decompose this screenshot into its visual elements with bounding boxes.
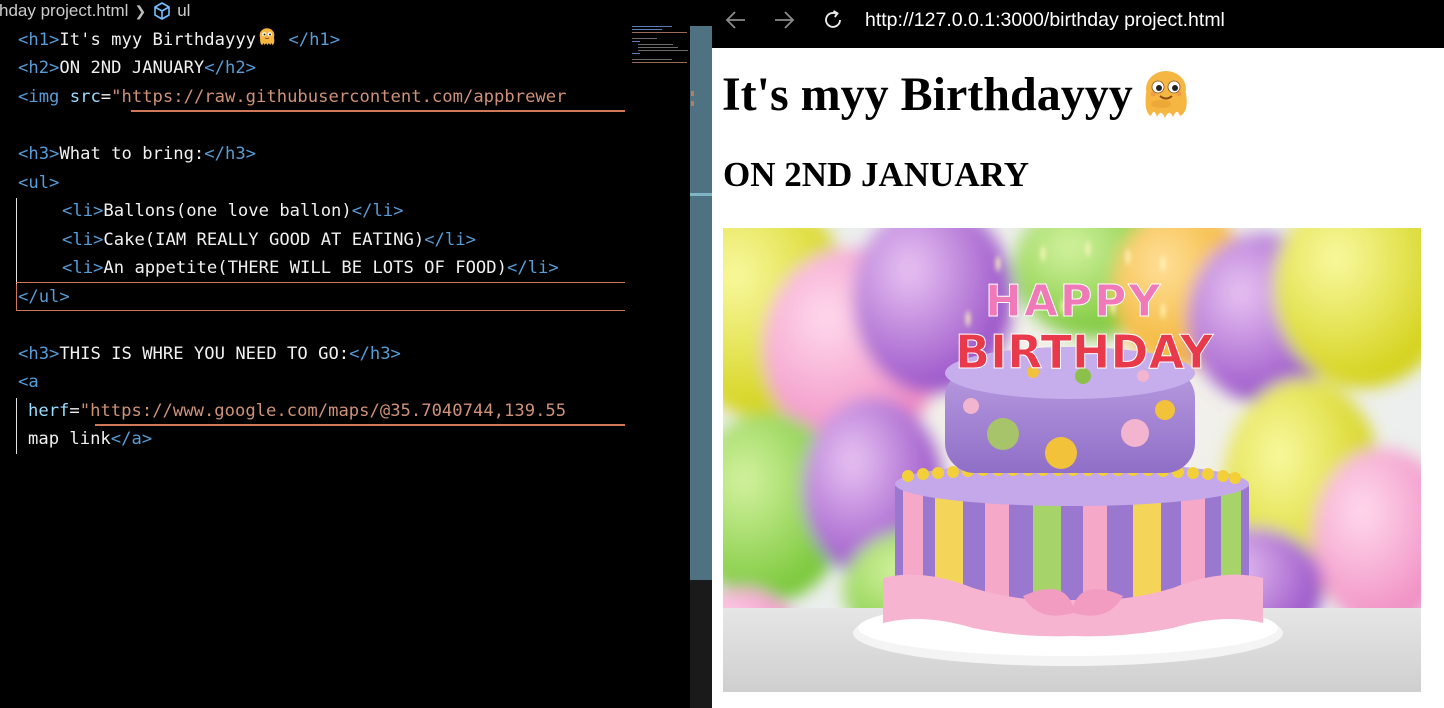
cake-candles-birthday: BIRTHDAY xyxy=(955,325,1214,379)
breadcrumb-file[interactable]: hday project.html xyxy=(0,1,128,21)
minimap[interactable] xyxy=(632,26,690,66)
tag-open: <a xyxy=(18,372,39,392)
arrow-left-icon xyxy=(725,11,745,29)
breadcrumb: hday project.html ❯ ul xyxy=(0,0,712,22)
indent-guide xyxy=(16,198,17,284)
tag-open: <h2> xyxy=(18,58,60,78)
tag-open: <li> xyxy=(62,258,104,278)
h2-text: ON 2ND JANUARY xyxy=(59,58,205,78)
tag-close: </h1> xyxy=(288,30,341,50)
octopus-emoji-icon xyxy=(256,26,278,57)
chevron-right-icon: ❯ xyxy=(134,2,147,19)
browser-window: http://127.0.0.1:3000/birthday project.h… xyxy=(712,0,1444,708)
birthday-cake-image: HAPPY BIRTHDAY xyxy=(723,228,1421,692)
attr-value: "https://raw.githubusercontent.com/appbr… xyxy=(111,87,567,107)
tag-close: </ul> xyxy=(18,287,70,307)
code-line-link-text[interactable]: map link</a> xyxy=(28,425,152,453)
breadcrumb-symbol[interactable]: ul xyxy=(177,1,190,21)
tag-open: <li> xyxy=(62,230,104,250)
address-bar[interactable]: http://127.0.0.1:3000/birthday project.h… xyxy=(865,8,1225,32)
overview-ruler-marks xyxy=(690,88,712,128)
code-line-h3[interactable]: <h3>What to bring:</h3> xyxy=(18,140,256,168)
h3-text: What to bring: xyxy=(59,144,205,164)
tag-close: </h3> xyxy=(204,144,257,164)
tag-open: <h3> xyxy=(18,344,60,364)
error-squiggle xyxy=(95,424,625,426)
attr-value: "https://www.google.com/maps/@35.7040744… xyxy=(79,401,567,421)
highlight-border xyxy=(16,310,625,311)
code-area[interactable]: <h1>It's myy Birthdayyy </h1> <h2>ON 2ND… xyxy=(0,26,690,708)
tag-close: </li> xyxy=(351,201,404,221)
tag-close: </a> xyxy=(110,429,153,449)
code-line-h3[interactable]: <h3>THIS IS WHRE YOU NEED TO GO:</h3> xyxy=(18,340,401,368)
code-line-ul-close[interactable]: </ul> xyxy=(18,283,70,311)
code-line-li[interactable]: <li>Ballons(one love ballon)</li> xyxy=(62,197,404,225)
code-line-img[interactable]: <img src="https://raw.githubusercontent.… xyxy=(18,83,566,111)
tag-open: <li> xyxy=(62,201,104,221)
code-line-a-open[interactable]: <a xyxy=(18,368,39,396)
attr-name: herf xyxy=(28,401,70,421)
tag-close: </h2> xyxy=(204,58,257,78)
li-text: Ballons(one love ballon) xyxy=(103,201,352,221)
tag-open: <h3> xyxy=(18,144,60,164)
tag-close: </li> xyxy=(506,258,559,278)
code-editor[interactable]: hday project.html ❯ ul <h1>It's myy Birt… xyxy=(0,0,712,708)
tag-close: </li> xyxy=(424,230,476,250)
forward-button[interactable] xyxy=(770,8,798,32)
code-line-li[interactable]: <li>Cake(IAM REALLY GOOD AT EATING)</li> xyxy=(62,226,476,254)
tag-open: <img xyxy=(18,87,70,107)
indent-guide xyxy=(16,398,17,454)
reload-icon xyxy=(825,10,841,28)
scrollbar-cursor-marker xyxy=(690,193,712,196)
code-line-href[interactable]: herf="https://www.google.com/maps/@35.70… xyxy=(28,397,566,425)
cake-candles-happy: HAPPY xyxy=(985,276,1162,327)
h1-text: It's myy Birthdayyy xyxy=(59,30,257,50)
tag-open: <h1> xyxy=(18,30,60,50)
li-text: An appetite(THERE WILL BE LOTS OF FOOD) xyxy=(103,258,507,278)
octopus-emoji-icon xyxy=(1137,67,1195,123)
page-viewport: It's myy Birthdayyy ON 2ND JANUARY HAPPY… xyxy=(712,48,1444,708)
link-text: map link xyxy=(28,429,111,449)
back-button[interactable] xyxy=(722,8,750,32)
highlight-border xyxy=(16,282,625,283)
highlight-left-border xyxy=(16,284,17,311)
code-line-h1[interactable]: <h1>It's myy Birthdayyy </h1> xyxy=(18,26,340,54)
error-squiggle xyxy=(131,110,625,112)
code-line-ul-open[interactable]: <ul> xyxy=(18,169,59,197)
page-title: It's myy Birthdayyy xyxy=(722,65,1195,125)
page-title-text: It's myy Birthdayyy xyxy=(722,68,1133,121)
code-line-li[interactable]: <li>An appetite(THERE WILL BE LOTS OF FO… xyxy=(62,254,559,282)
reload-button[interactable] xyxy=(819,8,847,32)
attr-eq: = xyxy=(100,87,112,107)
h3-text: THIS IS WHRE YOU NEED TO GO: xyxy=(59,344,350,364)
tag-open: <ul> xyxy=(18,173,60,193)
page-subtitle: ON 2ND JANUARY xyxy=(723,155,1029,194)
cube-icon xyxy=(152,1,172,21)
tag-close: </h3> xyxy=(349,344,401,364)
li-text: Cake(IAM REALLY GOOD AT EATING) xyxy=(103,230,425,250)
code-line-h2[interactable]: <h2>ON 2ND JANUARY</h2> xyxy=(18,54,256,82)
browser-toolbar: http://127.0.0.1:3000/birthday project.h… xyxy=(712,0,1444,48)
attr-eq: = xyxy=(69,401,80,421)
attr-name: src xyxy=(69,87,101,107)
arrow-right-icon xyxy=(775,11,795,29)
